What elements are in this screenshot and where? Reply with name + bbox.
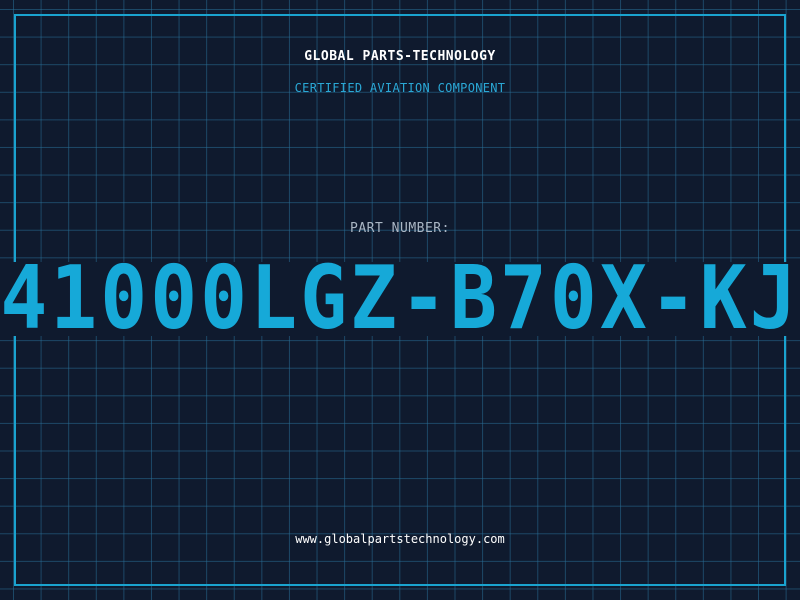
- website-url: www.globalpartstechnology.com: [295, 532, 505, 546]
- certification-tagline: CERTIFIED AVIATION COMPONENT: [294, 81, 506, 95]
- part-number-band: 441000LGZ-B70X-KJH: [0, 262, 800, 336]
- company-name: GLOBAL PARTS-TECHNOLOGY: [304, 49, 496, 64]
- part-number-value: 441000LGZ-B70X-KJH: [0, 262, 800, 336]
- part-number-label: PART NUMBER:: [350, 221, 450, 236]
